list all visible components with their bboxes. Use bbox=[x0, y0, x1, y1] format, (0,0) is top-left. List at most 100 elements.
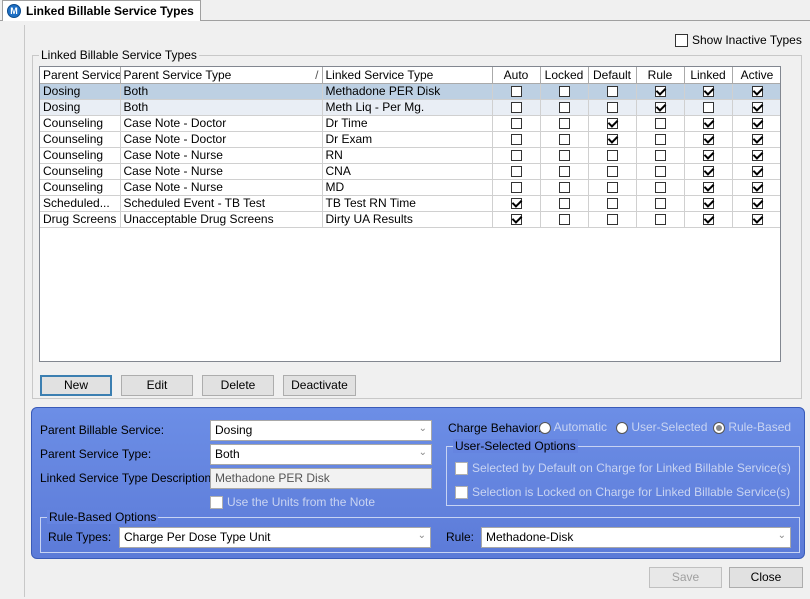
default-checkbox[interactable] bbox=[606, 86, 618, 98]
auto-checkbox[interactable] bbox=[510, 150, 522, 162]
col-linked-service-type[interactable]: Linked Service Type bbox=[322, 67, 493, 84]
auto-checkbox[interactable] bbox=[510, 166, 522, 178]
active-checkbox[interactable] bbox=[751, 166, 763, 178]
radio-automatic[interactable]: Automatic bbox=[539, 420, 607, 434]
linked-checkbox[interactable] bbox=[702, 150, 714, 162]
locked-checkbox[interactable] bbox=[558, 102, 570, 114]
col-rule[interactable]: Rule bbox=[636, 67, 685, 84]
locked-checkbox[interactable] bbox=[558, 118, 570, 130]
default-checkbox[interactable] bbox=[606, 150, 618, 162]
locked-checkbox[interactable] bbox=[558, 182, 570, 194]
radio-user-selected[interactable]: User-Selected bbox=[616, 420, 707, 434]
rule-checkbox[interactable] bbox=[654, 134, 666, 146]
selection-locked-checkbox[interactable]: Selection is Locked on Charge for Linked… bbox=[455, 485, 790, 499]
rule-select[interactable]: Methadone-Disk ⌄ bbox=[481, 527, 791, 548]
linked-checkbox[interactable] bbox=[702, 182, 714, 194]
linked-checkbox[interactable] bbox=[702, 102, 714, 114]
use-units-checkbox-box[interactable] bbox=[210, 495, 223, 509]
col-locked[interactable]: Locked bbox=[540, 67, 589, 84]
linked-checkbox[interactable] bbox=[702, 198, 714, 210]
active-checkbox[interactable] bbox=[751, 134, 763, 146]
cell-parent: Scheduled... bbox=[40, 195, 121, 212]
default-checkbox[interactable] bbox=[606, 166, 618, 178]
table-row[interactable]: Dosing Both Meth Liq - Per Mg. bbox=[40, 99, 780, 116]
col-parent-service-type[interactable]: Parent Service Type / bbox=[120, 67, 323, 84]
table-row[interactable]: Drug Screens Unacceptable Drug Screens Dir… bbox=[40, 211, 780, 228]
active-checkbox[interactable] bbox=[751, 118, 763, 130]
active-checkbox[interactable] bbox=[751, 182, 763, 194]
selected-by-default-box[interactable] bbox=[455, 461, 468, 475]
auto-checkbox[interactable] bbox=[510, 86, 522, 98]
linked-checkbox[interactable] bbox=[702, 134, 714, 146]
selection-locked-box[interactable] bbox=[455, 485, 468, 499]
radio-user-selected-circle[interactable] bbox=[616, 421, 628, 434]
table-row[interactable]: Dosing Both Methadone PER Disk bbox=[40, 83, 780, 100]
default-checkbox[interactable] bbox=[606, 118, 618, 130]
active-checkbox[interactable] bbox=[751, 102, 763, 114]
linked-checkbox[interactable] bbox=[702, 166, 714, 178]
table-row[interactable]: Counseling Case Note - Nurse CNA bbox=[40, 163, 780, 180]
col-parent-service[interactable]: Parent Service bbox=[40, 67, 121, 84]
col-auto[interactable]: Auto bbox=[492, 67, 541, 84]
locked-checkbox[interactable] bbox=[558, 166, 570, 178]
col-active[interactable]: Active bbox=[732, 67, 780, 84]
edit-button[interactable]: Edit bbox=[121, 375, 193, 396]
table-row[interactable]: Counseling Case Note - Nurse MD bbox=[40, 179, 780, 196]
locked-checkbox[interactable] bbox=[558, 198, 570, 210]
show-inactive-types-checkbox[interactable]: Show Inactive Types bbox=[675, 33, 802, 47]
delete-button[interactable]: Delete bbox=[202, 375, 274, 396]
auto-checkbox[interactable] bbox=[510, 214, 522, 226]
locked-checkbox[interactable] bbox=[558, 86, 570, 98]
locked-checkbox[interactable] bbox=[558, 214, 570, 226]
new-button[interactable]: New bbox=[40, 375, 112, 396]
linked-checkbox[interactable] bbox=[702, 118, 714, 130]
rule-checkbox[interactable] bbox=[654, 166, 666, 178]
rule-types-select[interactable]: Charge Per Dose Type Unit ⌄ bbox=[119, 527, 431, 548]
table-row[interactable]: Counseling Case Note - Nurse RN bbox=[40, 147, 780, 164]
rule-checkbox[interactable] bbox=[654, 102, 666, 114]
deactivate-button[interactable]: Deactivate bbox=[283, 375, 356, 396]
use-units-checkbox[interactable]: Use the Units from the Note bbox=[210, 495, 375, 509]
default-checkbox[interactable] bbox=[606, 134, 618, 146]
rule-checkbox[interactable] bbox=[654, 150, 666, 162]
rule-checkbox[interactable] bbox=[654, 86, 666, 98]
auto-checkbox[interactable] bbox=[510, 134, 522, 146]
auto-checkbox[interactable] bbox=[510, 102, 522, 114]
active-checkbox[interactable] bbox=[751, 86, 763, 98]
auto-checkbox[interactable] bbox=[510, 182, 522, 194]
default-checkbox[interactable] bbox=[606, 182, 618, 194]
rule-checkbox[interactable] bbox=[654, 198, 666, 210]
parent-billable-select[interactable]: Dosing ⌄ bbox=[210, 420, 432, 441]
linked-checkbox[interactable] bbox=[702, 214, 714, 226]
col-default[interactable]: Default bbox=[588, 67, 637, 84]
rule-checkbox[interactable] bbox=[654, 182, 666, 194]
locked-checkbox[interactable] bbox=[558, 150, 570, 162]
table-row[interactable]: Counseling Case Note - Doctor Dr Exam bbox=[40, 131, 780, 148]
radio-rule-based-circle[interactable] bbox=[713, 421, 725, 434]
rule-checkbox[interactable] bbox=[654, 118, 666, 130]
active-checkbox[interactable] bbox=[751, 150, 763, 162]
linked-types-grid[interactable]: Parent Service Parent Service Type / Link… bbox=[39, 66, 781, 362]
default-checkbox[interactable] bbox=[606, 214, 618, 226]
linked-desc-field[interactable]: Methadone PER Disk bbox=[210, 468, 432, 489]
table-row[interactable]: Counseling Case Note - Doctor Dr Time bbox=[40, 115, 780, 132]
rule-checkbox[interactable] bbox=[654, 214, 666, 226]
auto-checkbox[interactable] bbox=[510, 118, 522, 130]
save-button[interactable]: Save bbox=[649, 567, 722, 588]
tab-linked-billable-service-types[interactable]: M Linked Billable Service Types bbox=[2, 0, 201, 21]
active-checkbox[interactable] bbox=[751, 198, 763, 210]
auto-checkbox[interactable] bbox=[510, 198, 522, 210]
radio-rule-based[interactable]: Rule-Based bbox=[713, 420, 791, 434]
default-checkbox[interactable] bbox=[606, 102, 618, 114]
default-checkbox[interactable] bbox=[606, 198, 618, 210]
locked-checkbox[interactable] bbox=[558, 134, 570, 146]
table-row[interactable]: Scheduled... Scheduled Event - TB Test TB … bbox=[40, 195, 780, 212]
selected-by-default-checkbox[interactable]: Selected by Default on Charge for Linked… bbox=[455, 461, 791, 475]
active-checkbox[interactable] bbox=[751, 214, 763, 226]
linked-checkbox[interactable] bbox=[702, 86, 714, 98]
close-button[interactable]: Close bbox=[729, 567, 803, 588]
radio-automatic-circle[interactable] bbox=[539, 421, 551, 434]
col-linked[interactable]: Linked bbox=[684, 67, 733, 84]
show-inactive-checkbox-box[interactable] bbox=[675, 33, 688, 47]
parent-type-select[interactable]: Both ⌄ bbox=[210, 444, 432, 465]
